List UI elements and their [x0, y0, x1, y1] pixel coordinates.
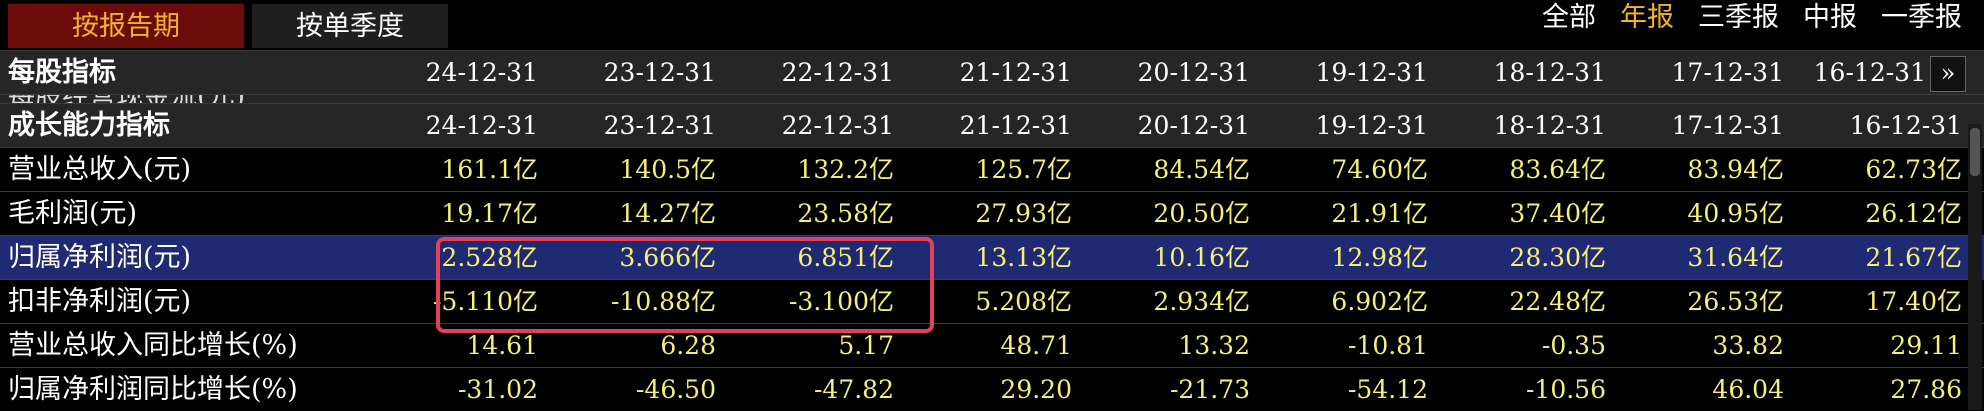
value-cell: 5.208亿 — [975, 287, 1072, 316]
table-row-selected[interactable]: 归属净利润(元) 2.528亿 3.666亿 6.851亿 13.13亿 10.… — [0, 235, 1984, 279]
value-cell: 14.27亿 — [619, 199, 716, 228]
value-cell: 46.04 — [1712, 375, 1784, 404]
value-cell: 40.95亿 — [1687, 199, 1784, 228]
value-cell: -46.50 — [635, 375, 716, 404]
value-cell: 84.54亿 — [1153, 155, 1250, 184]
value-cell: 125.7亿 — [975, 155, 1072, 184]
value-cell: 37.40亿 — [1509, 199, 1606, 228]
date-cell: 21-12-31 — [959, 58, 1072, 87]
value-cell: 20.50亿 — [1153, 199, 1250, 228]
report-type-filters: 全部 年报 三季报 中报 一季报 — [1542, 0, 1962, 36]
table-row[interactable]: 毛利润(元) 19.17亿 14.27亿 23.58亿 27.93亿 20.50… — [0, 191, 1984, 235]
value-cell: 29.20 — [1000, 375, 1072, 404]
date-cell: 24-12-31 — [425, 58, 538, 87]
financial-table: 每股指标 24-12-31 23-12-31 22-12-31 21-12-31… — [0, 50, 1984, 411]
date-cell: 16-12-31 — [1849, 111, 1962, 140]
top-bar: 按报告期 按单季度 全部 年报 三季报 中报 一季报 — [0, 0, 1984, 50]
date-cell: 22-12-31 — [781, 58, 894, 87]
value-cell: 22.48亿 — [1509, 287, 1606, 316]
date-cell: 17-12-31 — [1671, 58, 1784, 87]
value-cell: 83.94亿 — [1687, 155, 1784, 184]
tab-by-report-period[interactable]: 按报告期 — [8, 4, 244, 48]
row-label: 归属净利润(元) — [8, 242, 192, 273]
value-cell: 23.58亿 — [797, 199, 894, 228]
value-cell: 62.73亿 — [1865, 155, 1962, 184]
growth-header-row: 成长能力指标 24-12-31 23-12-31 22-12-31 21-12-… — [0, 103, 1984, 147]
annotation-highlight-box — [436, 237, 934, 333]
value-cell: 17.40亿 — [1865, 287, 1962, 316]
value-cell: 140.5亿 — [619, 155, 716, 184]
value-cell: -47.82 — [813, 375, 894, 404]
value-cell: 161.1亿 — [441, 155, 538, 184]
value-cell: 21.91亿 — [1331, 199, 1428, 228]
value-cell: 13.13亿 — [975, 243, 1072, 272]
per-share-header-row: 每股指标 24-12-31 23-12-31 22-12-31 21-12-31… — [0, 50, 1984, 94]
date-cell: 23-12-31 — [603, 111, 716, 140]
date-cell: 23-12-31 — [603, 58, 716, 87]
section-title: 每股指标 — [8, 57, 116, 88]
value-cell: 26.12亿 — [1865, 199, 1962, 228]
date-cell: 18-12-31 — [1493, 58, 1606, 87]
date-cell: 17-12-31 — [1671, 111, 1784, 140]
table-row[interactable]: 扣非净利润(元) -5.110亿 -10.88亿 -3.100亿 5.208亿 … — [0, 279, 1984, 323]
value-cell: 12.98亿 — [1331, 243, 1428, 272]
filter-interim[interactable]: 中报 — [1803, 0, 1857, 36]
clipped-row: 每股经营现金流(元) — [0, 94, 1984, 103]
date-cell: 20-12-31 — [1137, 58, 1250, 87]
value-cell: 29.11 — [1890, 331, 1962, 360]
table-row[interactable]: 归属净利润同比增长(%) -31.02 -46.50 -47.82 29.20 … — [0, 367, 1984, 411]
value-cell: 27.86 — [1890, 375, 1962, 404]
filter-q1[interactable]: 一季报 — [1881, 0, 1962, 36]
row-label: 扣非净利润(元) — [8, 286, 192, 317]
date-cell: 19-12-31 — [1315, 58, 1428, 87]
tab-by-single-quarter[interactable]: 按单季度 — [252, 4, 448, 48]
filter-all[interactable]: 全部 — [1542, 0, 1596, 36]
value-cell: -10.81 — [1347, 331, 1428, 360]
row-label: 营业总收入(元) — [8, 154, 192, 185]
row-label: 营业总收入同比增长(%) — [8, 330, 298, 361]
date-cell: 18-12-31 — [1493, 111, 1606, 140]
date-cell: 20-12-31 — [1137, 111, 1250, 140]
value-cell: 27.93亿 — [975, 199, 1072, 228]
value-cell: 48.71 — [1000, 331, 1072, 360]
value-cell: 19.17亿 — [441, 199, 538, 228]
value-cell: 10.16亿 — [1153, 243, 1250, 272]
value-cell: 2.934亿 — [1153, 287, 1250, 316]
value-cell: 33.82 — [1712, 331, 1784, 360]
date-cell: 19-12-31 — [1315, 111, 1428, 140]
more-columns-button[interactable]: » — [1930, 56, 1966, 92]
clipped-row-label: 每股经营现金流(元) — [0, 95, 376, 103]
value-cell: -54.12 — [1347, 375, 1428, 404]
value-cell: -31.02 — [457, 375, 538, 404]
value-cell: 6.902亿 — [1331, 287, 1428, 316]
date-cell: 24-12-31 — [425, 111, 538, 140]
value-cell: -21.73 — [1169, 375, 1250, 404]
value-cell: -0.35 — [1541, 331, 1606, 360]
value-cell: 13.32 — [1178, 331, 1250, 360]
value-cell: 83.64亿 — [1509, 155, 1606, 184]
value-cell: 74.60亿 — [1331, 155, 1428, 184]
table-row[interactable]: 营业总收入同比增长(%) 14.61 6.28 5.17 48.71 13.32… — [0, 323, 1984, 367]
value-cell: 28.30亿 — [1509, 243, 1606, 272]
row-label: 毛利润(元) — [8, 198, 138, 229]
value-cell: 31.64亿 — [1687, 243, 1784, 272]
filter-annual[interactable]: 年报 — [1620, 0, 1674, 36]
filter-q3[interactable]: 三季报 — [1698, 0, 1779, 36]
scrollbar-thumb[interactable] — [1970, 128, 1980, 176]
value-cell: 132.2亿 — [797, 155, 894, 184]
date-cell: 22-12-31 — [781, 111, 894, 140]
row-label: 归属净利润同比增长(%) — [8, 374, 298, 405]
section-title: 成长能力指标 — [8, 110, 170, 141]
date-cell: 21-12-31 — [959, 111, 1072, 140]
table-row[interactable]: 营业总收入(元) 161.1亿 140.5亿 132.2亿 125.7亿 84.… — [0, 147, 1984, 191]
value-cell: 26.53亿 — [1687, 287, 1784, 316]
date-cell: 16-12-31 — [1813, 58, 1926, 87]
value-cell: -10.56 — [1525, 375, 1606, 404]
value-cell: 21.67亿 — [1865, 243, 1962, 272]
